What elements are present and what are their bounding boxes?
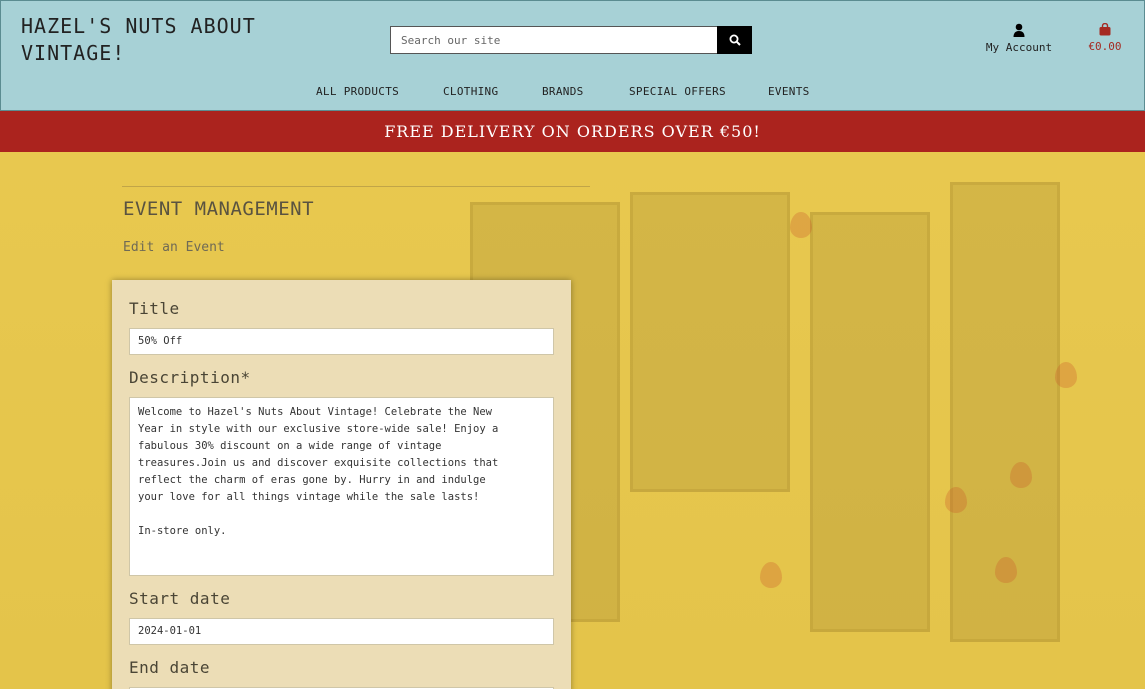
divider [122, 186, 590, 187]
my-account-link[interactable]: My Account [981, 23, 1057, 54]
page-title: EVENT MANAGEMENT [123, 198, 315, 220]
start-date-label: Start date [129, 589, 231, 608]
search-input[interactable] [390, 26, 717, 54]
my-account-label: My Account [985, 41, 1053, 54]
shopping-bag-icon [1099, 23, 1111, 36]
nav-all-products[interactable]: ALL PRODUCTS [316, 85, 399, 98]
description-label: Description* [129, 368, 251, 387]
title-input[interactable]: 50% Off [129, 328, 554, 355]
page-subtitle: Edit an Event [123, 240, 225, 255]
edit-event-form: Title 50% Off Description* Welcome to Ha… [112, 280, 571, 689]
nav-special-offers[interactable]: SPECIAL OFFERS [629, 85, 726, 98]
search-form [390, 26, 752, 54]
site-header: HAZEL'S NUTS ABOUT VINTAGE! My Account €… [0, 0, 1145, 111]
user-icon [1013, 23, 1025, 37]
search-button[interactable] [717, 26, 752, 54]
start-date-input[interactable]: 2024-01-01 [129, 618, 554, 645]
delivery-banner-text: FREE DELIVERY ON ORDERS OVER €50! [384, 122, 761, 141]
nav-clothing[interactable]: CLOTHING [443, 85, 498, 98]
end-date-label: End date [129, 658, 211, 677]
nav-brands[interactable]: BRANDS [542, 85, 584, 98]
bag-total: €0.00 [1088, 40, 1122, 53]
site-logo-text[interactable]: HAZEL'S NUTS ABOUT VINTAGE! [21, 13, 351, 67]
shopping-bag-link[interactable]: €0.00 [1083, 23, 1127, 53]
delivery-banner: FREE DELIVERY ON ORDERS OVER €50! [0, 111, 1145, 152]
nav-events[interactable]: EVENTS [768, 85, 810, 98]
search-icon [729, 34, 741, 46]
title-label: Title [129, 299, 180, 318]
description-textarea[interactable]: Welcome to Hazel's Nuts About Vintage! C… [129, 397, 554, 576]
